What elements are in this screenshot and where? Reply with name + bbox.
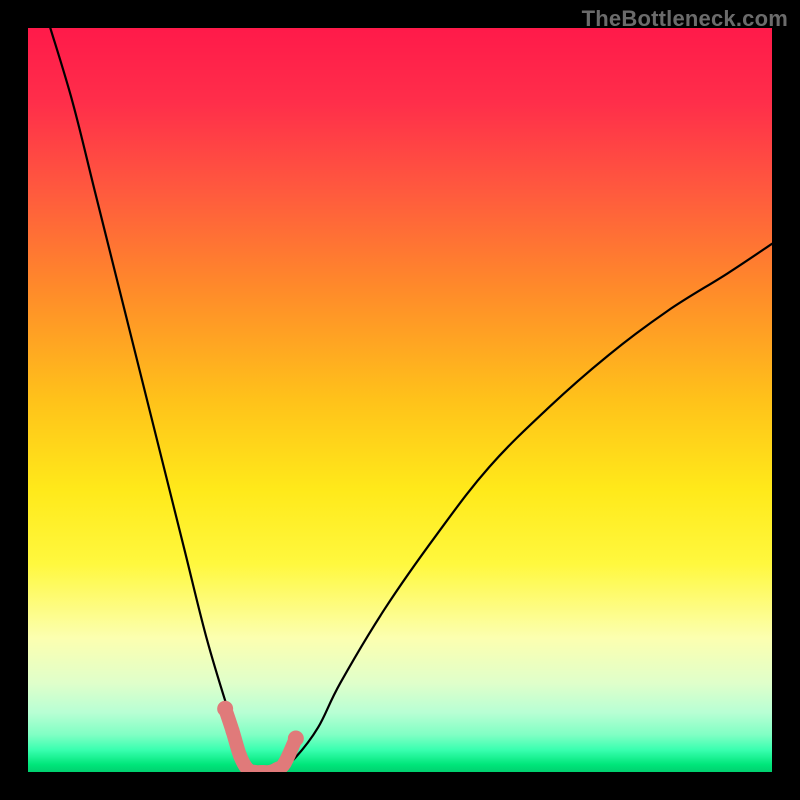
marker-dot [255,765,269,772]
valley-markers [217,701,304,772]
bottleneck-curve [50,28,772,772]
plot-area [28,28,772,772]
marker-dot [217,701,233,717]
marker-dot [270,762,284,772]
marker-dot [226,724,240,738]
marker-dot [233,749,247,763]
marker-dot [278,756,292,770]
curve-layer [28,28,772,772]
marker-dot [288,731,304,747]
marker-dot [240,762,254,772]
chart-frame: TheBottleneck.com [0,0,800,800]
marker-connector [225,709,296,772]
marker-dot [263,765,277,772]
watermark-text: TheBottleneck.com [582,6,788,32]
marker-dot [248,765,262,772]
